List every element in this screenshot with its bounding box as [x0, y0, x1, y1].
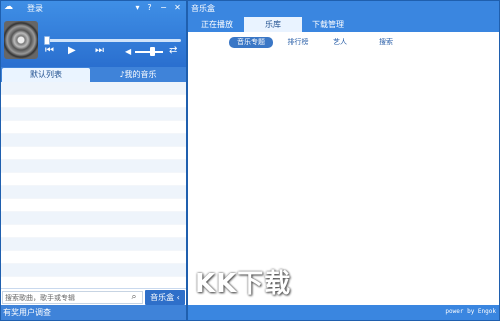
list-item[interactable]	[1, 160, 186, 173]
player-header: ☁ 登录 ▾ ? − ✕ ⏮ ▶ ⏭ ◀ ⇄	[1, 1, 186, 67]
watermark-logo: KK下载	[195, 269, 292, 299]
subnav-music-topics[interactable]: 音乐专题	[229, 37, 273, 48]
music-box-statusbar: power by Engok	[188, 305, 499, 320]
playlist	[1, 82, 186, 288]
volume-track[interactable]	[135, 51, 163, 53]
volume-handle[interactable]	[150, 47, 155, 56]
list-item[interactable]	[1, 134, 186, 147]
tab-downloads[interactable]: 下载管理	[304, 17, 352, 32]
music-box-button[interactable]: 音乐盒 ‹	[145, 290, 185, 305]
list-item[interactable]	[1, 199, 186, 212]
previous-icon[interactable]: ⏮	[45, 45, 54, 57]
player-panel: ☁ 登录 ▾ ? − ✕ ⏮ ▶ ⏭ ◀ ⇄ 默认列表 ♪我的音乐 搜索歌曲，歌…	[0, 0, 187, 321]
subnav-search[interactable]: 搜索	[376, 37, 396, 48]
list-item[interactable]	[1, 108, 186, 121]
list-item[interactable]	[1, 95, 186, 108]
list-item[interactable]	[1, 121, 186, 134]
list-item[interactable]	[1, 186, 186, 199]
menu-button[interactable]: ▾	[132, 2, 143, 13]
progress-track[interactable]	[45, 39, 181, 42]
list-item[interactable]	[1, 225, 186, 238]
help-button[interactable]: ?	[144, 2, 155, 13]
cloud-icon[interactable]: ☁	[4, 3, 16, 12]
tab-default-list[interactable]: 默认列表	[2, 68, 90, 82]
next-icon[interactable]: ⏭	[95, 45, 104, 57]
play-icon[interactable]: ▶	[68, 45, 76, 57]
list-item[interactable]	[1, 173, 186, 186]
minimize-button[interactable]: −	[158, 2, 169, 13]
tab-my-music-label: 我的音乐	[124, 70, 157, 79]
tab-library[interactable]: 乐库	[244, 17, 302, 32]
music-box-title: 音乐盒	[188, 1, 499, 16]
playlist-tabs: 默认列表 ♪我的音乐	[1, 67, 186, 82]
list-item[interactable]	[1, 264, 186, 277]
list-item[interactable]	[1, 251, 186, 264]
subnav-charts[interactable]: 排行榜	[284, 37, 312, 48]
player-titlebar: ☁ 登录 ▾ ? − ✕	[1, 1, 186, 15]
music-box-tabs: 正在播放 乐库 下载管理	[188, 16, 499, 32]
list-item[interactable]	[1, 147, 186, 160]
search-bar: ⌕ 音乐盒 ‹	[1, 288, 186, 305]
subnav-artists[interactable]: 艺人	[330, 37, 350, 48]
tab-now-playing[interactable]: 正在播放	[192, 17, 242, 32]
tab-my-music[interactable]: ♪我的音乐	[91, 68, 185, 82]
survey-link[interactable]: 有奖用户调查	[1, 305, 186, 320]
search-input[interactable]	[2, 291, 143, 304]
list-item[interactable]	[1, 212, 186, 225]
library-subnav: 音乐专题 排行榜 艺人 搜索	[188, 32, 499, 52]
progress-handle[interactable]	[44, 36, 50, 45]
album-cover	[4, 21, 38, 59]
list-item[interactable]	[1, 238, 186, 251]
credit-text: power by Engok	[445, 308, 496, 315]
volume-icon[interactable]: ◀	[125, 47, 131, 56]
login-link[interactable]: 登录	[27, 3, 43, 14]
list-item[interactable]	[1, 82, 186, 95]
close-button[interactable]: ✕	[172, 2, 183, 13]
search-icon[interactable]: ⌕	[128, 291, 140, 303]
repeat-icon[interactable]: ⇄	[169, 45, 177, 56]
